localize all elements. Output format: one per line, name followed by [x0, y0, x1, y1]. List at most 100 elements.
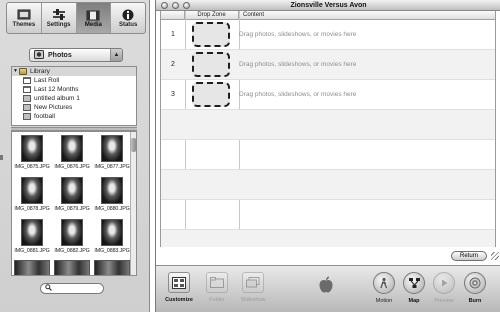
- window-title-bar[interactable]: Zionsville Versus Avon: [156, 0, 500, 11]
- add-slideshow-button[interactable]: Slideshow: [238, 272, 268, 303]
- tree-item-untitled-album[interactable]: untitled album 1: [12, 94, 136, 103]
- tab-themes-label: Themes: [12, 22, 36, 28]
- photo-thumbnail[interactable]: IMG_0876.JPG: [52, 135, 92, 170]
- photo-thumbnail[interactable]: IMG_0879.JPG: [52, 177, 92, 212]
- media-source-select[interactable]: Photos ▲: [29, 48, 123, 62]
- thumbnail-partial[interactable]: [94, 260, 130, 275]
- table-row[interactable]: 1 Drag photos, slideshows, or movies her…: [161, 20, 495, 50]
- photo-thumbnail[interactable]: IMG_0882.JPG: [52, 219, 92, 254]
- tab-status[interactable]: Status: [111, 3, 145, 33]
- photo-search-field[interactable]: [40, 283, 104, 294]
- tree-item-label: Library: [30, 68, 50, 75]
- drop-zone-table: Drop Zone Content 1 Drag photos, slidesh…: [160, 11, 496, 247]
- thumbnail-scrollbar[interactable]: [130, 132, 136, 275]
- table-row[interactable]: 3 Drag photos, slideshows, or movies her…: [161, 80, 495, 110]
- photo-filename: IMG_0879.JPG: [54, 206, 90, 212]
- photo-filename: IMG_0875.JPG: [14, 164, 50, 170]
- tab-themes[interactable]: Themes: [7, 3, 42, 33]
- map-label: Map: [408, 298, 420, 304]
- photo-library-tree: ▼ Library Last Roll Last 12 Months untit…: [11, 66, 137, 126]
- empty-table-row: [161, 200, 495, 230]
- album-icon: [23, 104, 31, 111]
- drop-zone-well[interactable]: [192, 82, 230, 107]
- tree-item-last-roll[interactable]: Last Roll: [12, 76, 136, 85]
- photo-filename: IMG_0881.JPG: [14, 248, 50, 254]
- drop-zone-well[interactable]: [192, 52, 230, 77]
- photo-image: [61, 177, 83, 204]
- row-number: 1: [171, 31, 175, 38]
- photo-filename: IMG_0877.JPG: [94, 164, 130, 170]
- media-pane: Themes Settings Media Status Photos ▲ ▼ …: [0, 0, 150, 312]
- tree-item-library[interactable]: ▼ Library: [12, 67, 136, 76]
- drop-hint: Drag photos, slideshows, or movies here: [239, 91, 357, 98]
- folder-icon: [206, 272, 228, 293]
- play-icon: [433, 272, 455, 294]
- row-number: 2: [171, 61, 175, 68]
- tab-settings-label: Settings: [46, 22, 71, 28]
- folder-label: Folder: [209, 297, 225, 303]
- window-title: Zionsville Versus Avon: [290, 2, 367, 9]
- tree-item-football[interactable]: football: [12, 112, 136, 121]
- tree-item-label: Last 12 Months: [34, 86, 79, 93]
- drop-hint: Drag photos, slideshows, or movies here: [239, 31, 357, 38]
- photo-thumbnail[interactable]: IMG_0878.JPG: [12, 177, 52, 212]
- map-icon: [403, 272, 425, 294]
- minimize-window-button[interactable]: [172, 2, 179, 9]
- table-header: Drop Zone Content: [161, 11, 495, 20]
- photo-filename: IMG_0878.JPG: [14, 206, 50, 212]
- table-row[interactable]: 2 Drag photos, slideshows, or movies her…: [161, 50, 495, 80]
- iphoto-icon: [34, 49, 44, 61]
- motion-button[interactable]: Motion: [369, 272, 399, 304]
- photo-filename: IMG_0883.JPG: [94, 248, 130, 254]
- burn-icon: [464, 272, 486, 294]
- tab-status-label: Status: [118, 22, 138, 28]
- settings-icon: [51, 8, 67, 21]
- photo-image: [61, 135, 83, 162]
- photo-image: [101, 177, 123, 204]
- photo-thumbnail[interactable]: IMG_0877.JPG: [92, 135, 132, 170]
- resize-grip[interactable]: [491, 252, 499, 260]
- pane-drag-handle[interactable]: [0, 155, 3, 160]
- tree-item-last-12-months[interactable]: Last 12 Months: [12, 85, 136, 94]
- photo-filename: IMG_0876.JPG: [54, 164, 90, 170]
- drop-hint: Drag photos, slideshows, or movies here: [239, 61, 357, 68]
- tree-item-label: untitled album 1: [34, 95, 80, 102]
- zoom-window-button[interactable]: [183, 2, 190, 9]
- column-header-content[interactable]: Content: [239, 11, 495, 19]
- return-button[interactable]: Return: [451, 251, 487, 261]
- photo-thumbnail[interactable]: IMG_0881.JPG: [12, 219, 52, 254]
- preview-button[interactable]: Preview: [429, 272, 459, 304]
- close-window-button[interactable]: [161, 2, 168, 9]
- motion-label: Motion: [375, 298, 393, 304]
- tree-item-label: football: [34, 113, 55, 120]
- tab-media[interactable]: Media: [76, 3, 112, 33]
- thumbnail-partial[interactable]: [14, 260, 50, 275]
- column-header-drop-zone[interactable]: Drop Zone: [185, 11, 239, 19]
- column-header-number[interactable]: [161, 11, 185, 19]
- row-number: 3: [171, 91, 175, 98]
- calendar-icon: [23, 86, 31, 93]
- scrollbar-thumb[interactable]: [131, 138, 136, 152]
- motion-icon: [373, 272, 395, 294]
- tree-item-new-pictures[interactable]: New Pictures: [12, 103, 136, 112]
- chevron-down-icon: ▲: [110, 49, 122, 61]
- drop-zone-well[interactable]: [192, 22, 230, 47]
- photo-thumbnail[interactable]: IMG_0883.JPG: [92, 219, 132, 254]
- photo-thumbnail[interactable]: IMG_0880.JPG: [92, 177, 132, 212]
- slideshow-label: Slideshow: [240, 297, 266, 303]
- calendar-icon: [23, 77, 31, 84]
- album-icon: [23, 95, 31, 102]
- apple-logo-icon: [319, 276, 333, 293]
- add-folder-button[interactable]: Folder: [202, 272, 232, 303]
- burn-button[interactable]: Burn: [460, 272, 490, 304]
- thumbnail-partial[interactable]: [54, 260, 90, 275]
- search-input[interactable]: [52, 284, 100, 293]
- customize-label: Customize: [165, 297, 193, 303]
- preview-label: Preview: [434, 298, 454, 304]
- tab-settings[interactable]: Settings: [42, 3, 77, 33]
- burn-label: Burn: [468, 298, 482, 304]
- customize-button[interactable]: Customize: [164, 272, 194, 303]
- map-button[interactable]: Map: [399, 272, 429, 304]
- photo-image: [21, 135, 43, 162]
- photo-thumbnail[interactable]: IMG_0875.JPG: [12, 135, 52, 170]
